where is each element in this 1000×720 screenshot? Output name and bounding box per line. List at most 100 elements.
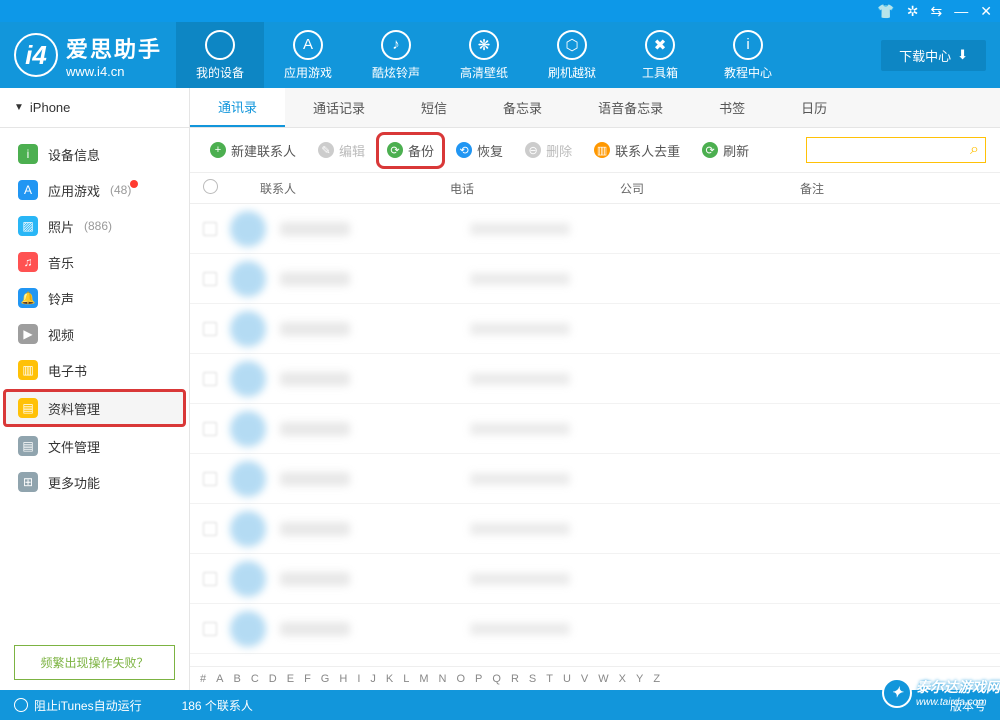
table-row[interactable]: [190, 304, 1000, 354]
sidebar-item-文件管理[interactable]: ▤文件管理: [0, 428, 189, 464]
col-contact[interactable]: 联系人: [230, 180, 450, 197]
sidebar-item-音乐[interactable]: ♫音乐: [0, 244, 189, 280]
alpha-D[interactable]: D: [269, 673, 277, 685]
tool-新建联系人[interactable]: +新建联系人: [204, 137, 302, 164]
tab-日历[interactable]: 日历: [773, 88, 855, 127]
alpha-T[interactable]: T: [546, 673, 553, 685]
search-icon[interactable]: ⌕: [970, 141, 979, 159]
alpha-C[interactable]: C: [251, 673, 259, 685]
search-input[interactable]: [813, 143, 970, 157]
tab-书签[interactable]: 书签: [691, 88, 773, 127]
row-checkbox[interactable]: [190, 472, 230, 486]
help-link[interactable]: 频繁出现操作失败？: [14, 645, 175, 680]
alpha-L[interactable]: L: [403, 673, 409, 685]
nav-item-酷炫铃声[interactable]: ♪酷炫铃声: [352, 22, 440, 88]
side-icon: ⊞: [18, 472, 38, 492]
alpha-Y[interactable]: Y: [636, 673, 643, 685]
tool-删除: ⊖删除: [519, 137, 578, 164]
select-all-checkbox[interactable]: [190, 179, 230, 197]
nav-item-我的设备[interactable]: 我的设备: [176, 22, 264, 88]
tool-label: 联系人去重: [615, 141, 680, 160]
row-checkbox[interactable]: [190, 622, 230, 636]
table-row[interactable]: [190, 204, 1000, 254]
row-checkbox[interactable]: [190, 272, 230, 286]
alpha-R[interactable]: R: [511, 673, 519, 685]
nav-item-工具箱[interactable]: ✖工具箱: [616, 22, 704, 88]
row-checkbox[interactable]: [190, 322, 230, 336]
row-checkbox[interactable]: [190, 372, 230, 386]
tab-语音备忘录[interactable]: 语音备忘录: [570, 88, 691, 127]
tab-通话记录[interactable]: 通话记录: [285, 88, 393, 127]
row-checkbox[interactable]: [190, 572, 230, 586]
side-count: (886): [84, 219, 112, 233]
swap-icon[interactable]: ⇆: [931, 3, 943, 20]
row-checkbox[interactable]: [190, 222, 230, 236]
tool-恢复[interactable]: ⟲恢复: [450, 137, 509, 164]
device-selector[interactable]: ▼ iPhone: [0, 88, 189, 128]
alpha-V[interactable]: V: [581, 673, 588, 685]
alpha-W[interactable]: W: [598, 673, 608, 685]
table-row[interactable]: [190, 604, 1000, 654]
minimize-icon[interactable]: —: [954, 3, 968, 19]
alpha-U[interactable]: U: [563, 673, 571, 685]
tab-通讯录[interactable]: 通讯录: [190, 88, 285, 127]
download-center-button[interactable]: 下载中心 ⬇: [881, 40, 986, 71]
alpha-#[interactable]: #: [200, 673, 206, 685]
table-row[interactable]: [190, 504, 1000, 554]
alpha-K[interactable]: K: [386, 673, 393, 685]
table-row[interactable]: [190, 454, 1000, 504]
contact-name-blurred: [280, 472, 350, 486]
sidebar-item-更多功能[interactable]: ⊞更多功能: [0, 464, 189, 500]
tool-联系人去重[interactable]: ▥联系人去重: [588, 137, 686, 164]
nav-icon: ✖: [645, 30, 675, 60]
alpha-M[interactable]: M: [419, 673, 428, 685]
itunes-toggle[interactable]: 阻止iTunes自动运行: [14, 697, 142, 714]
alpha-Z[interactable]: Z: [653, 673, 660, 685]
alpha-A[interactable]: A: [216, 673, 223, 685]
alpha-X[interactable]: X: [619, 673, 626, 685]
search-box[interactable]: ⌕: [806, 137, 986, 163]
sidebar-item-照片[interactable]: ▨照片(886): [0, 208, 189, 244]
alpha-E[interactable]: E: [287, 673, 294, 685]
table-row[interactable]: [190, 404, 1000, 454]
settings-icon[interactable]: ✲: [907, 3, 919, 20]
alpha-P[interactable]: P: [475, 673, 482, 685]
table-row[interactable]: [190, 354, 1000, 404]
shirt-icon[interactable]: 👕: [877, 3, 894, 20]
table-row[interactable]: [190, 554, 1000, 604]
table-row[interactable]: [190, 254, 1000, 304]
col-note[interactable]: 备注: [800, 180, 1000, 197]
sidebar-item-电子书[interactable]: ▥电子书: [0, 352, 189, 388]
close-icon[interactable]: ✕: [980, 3, 992, 20]
alpha-H[interactable]: H: [339, 673, 347, 685]
row-checkbox[interactable]: [190, 422, 230, 436]
sidebar-item-设备信息[interactable]: i设备信息: [0, 136, 189, 172]
tab-短信[interactable]: 短信: [393, 88, 475, 127]
alpha-Q[interactable]: Q: [492, 673, 501, 685]
tool-icon: +: [210, 142, 226, 158]
tool-刷新[interactable]: ⟳刷新: [696, 137, 755, 164]
tool-备份[interactable]: ⟳备份: [381, 137, 440, 164]
nav-item-刷机越狱[interactable]: ⬡刷机越狱: [528, 22, 616, 88]
alpha-S[interactable]: S: [529, 673, 536, 685]
alpha-B[interactable]: B: [233, 673, 240, 685]
alpha-O[interactable]: O: [456, 673, 465, 685]
col-phone[interactable]: 电话: [450, 180, 620, 197]
alpha-N[interactable]: N: [439, 673, 447, 685]
sidebar-item-资料管理[interactable]: ▤资料管理: [4, 390, 185, 426]
tab-备忘录[interactable]: 备忘录: [475, 88, 570, 127]
alpha-J[interactable]: J: [370, 673, 376, 685]
row-checkbox[interactable]: [190, 522, 230, 536]
side-icon: ▶: [18, 324, 38, 344]
nav-item-应用游戏[interactable]: A应用游戏: [264, 22, 352, 88]
nav-item-高清壁纸[interactable]: ❋高清壁纸: [440, 22, 528, 88]
sidebar-item-视频[interactable]: ▶视频: [0, 316, 189, 352]
contact-phone-blurred: [470, 423, 570, 435]
nav-item-教程中心[interactable]: i教程中心: [704, 22, 792, 88]
col-company[interactable]: 公司: [620, 180, 800, 197]
alpha-F[interactable]: F: [304, 673, 311, 685]
sidebar-item-铃声[interactable]: 🔔铃声: [0, 280, 189, 316]
alpha-G[interactable]: G: [321, 673, 330, 685]
sidebar-item-应用游戏[interactable]: A应用游戏(48): [0, 172, 189, 208]
alpha-I[interactable]: I: [357, 673, 360, 685]
